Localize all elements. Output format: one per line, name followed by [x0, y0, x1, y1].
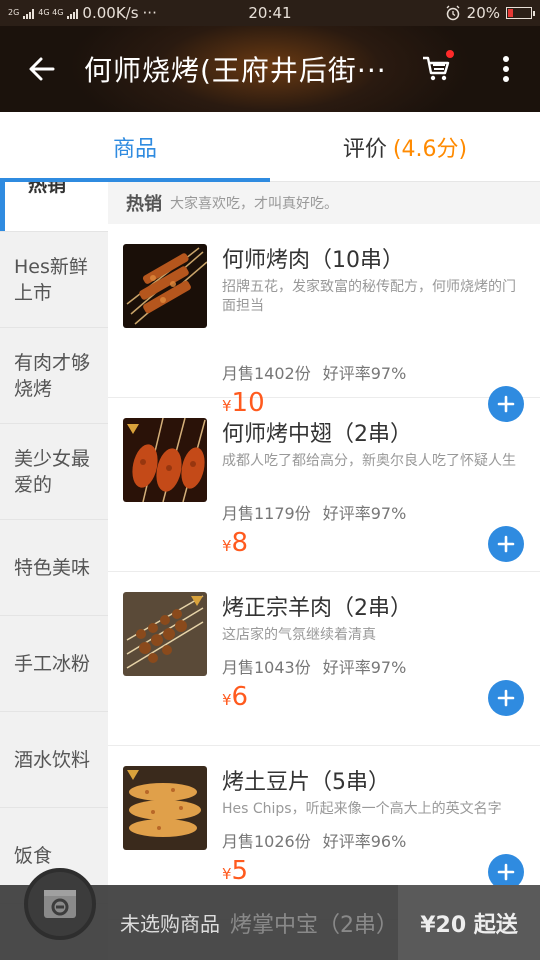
- network-speed: 0.00K/s: [82, 4, 139, 22]
- signal-icon-2: [67, 7, 79, 19]
- add-to-cart-button[interactable]: [488, 680, 524, 716]
- product-item[interactable]: 何师烤肉（10串） 招牌五花，发家致富的秘传配方，何师烧烤的门面担当 月售140…: [108, 224, 540, 422]
- sidebar-item-new[interactable]: Hes新鲜上市: [0, 232, 108, 328]
- signal-icon: [23, 7, 35, 19]
- page-title: 何师烧烤(王府井后街···: [84, 54, 387, 87]
- monthly-sales: 月售1402份: [222, 364, 311, 383]
- sidebar-item-label: 有肉才够烧烤: [14, 351, 91, 400]
- sidebar-item-label: 手工冰粉: [14, 652, 91, 675]
- product-list[interactable]: 热销 大家喜欢吃，才叫真好吃。 何师烤肉（10串） 招牌五花，发家致富的秘传配方…: [108, 182, 540, 960]
- sidebar-item-label: 饭食: [14, 844, 53, 867]
- product-name: 烤土豆片（5串）: [222, 770, 390, 795]
- monthly-sales: 月售1026份: [222, 832, 311, 851]
- shopping-bag-icon: [44, 890, 76, 918]
- product-stats: 月售1179份 好评率97%: [222, 500, 406, 524]
- product-price: ¥8: [222, 528, 248, 558]
- sidebar-item-drinks[interactable]: 酒水饮料: [0, 712, 108, 808]
- product-description: 成都人吃了都给高分，新奥尔良人吃了怀疑人生: [222, 453, 516, 469]
- cart-badge: [446, 50, 454, 58]
- product-item[interactable]: 何师烤中翅（2串） 成都人吃了都给高分，新奥尔良人吃了怀疑人生 月售1179份好…: [108, 398, 540, 572]
- section-description: 大家喜欢吃，才叫真好吃。: [170, 196, 338, 212]
- tab-products[interactable]: 商品: [0, 112, 270, 182]
- sidebar-item-label: 酒水饮料: [14, 748, 91, 771]
- product-stats: 月售1402份 好评率97%: [222, 360, 406, 384]
- positive-rate: 好评率97%: [322, 658, 407, 677]
- add-to-cart-button[interactable]: [488, 526, 524, 562]
- positive-rate: 好评率97%: [322, 504, 407, 523]
- cart-fab-button[interactable]: [24, 868, 96, 940]
- next-product-peek: 烤掌中宝（2串）: [230, 912, 398, 938]
- category-sidebar: 热销 Hes新鲜上市 有肉才够烧烤 美少女最爱的 特色美味 手工冰粉 酒水饮料 …: [0, 182, 108, 960]
- min-order-button[interactable]: ¥20 起送: [398, 885, 540, 960]
- back-button[interactable]: [0, 26, 84, 112]
- sidebar-item-meat[interactable]: 有肉才够烧烤: [0, 328, 108, 424]
- product-image[interactable]: [123, 592, 207, 676]
- currency-symbol: ¥: [222, 537, 232, 555]
- sidebar-item-girls-favorite[interactable]: 美少女最爱的: [0, 424, 108, 520]
- status-bar: 2G 4G 4G 0.00K/s ··· 20:41 20%: [0, 0, 540, 26]
- price-value: 6: [231, 682, 249, 712]
- plus-icon: [497, 863, 515, 881]
- battery-percent: 20%: [466, 4, 500, 22]
- cart-icon: [423, 56, 450, 81]
- section-header: 热销 大家喜欢吃，才叫真好吃。: [108, 182, 540, 224]
- sidebar-item-specialty[interactable]: 特色美味: [0, 520, 108, 616]
- monthly-sales: 月售1179份: [222, 504, 311, 523]
- back-arrow-icon: [29, 57, 55, 81]
- product-stats: 月售1026份 好评率96%: [222, 828, 406, 852]
- review-score: (4.6分): [392, 136, 468, 162]
- product-price: ¥6: [222, 682, 248, 712]
- network-type: 2G: [8, 8, 20, 17]
- more-menu-button[interactable]: [472, 26, 540, 112]
- monthly-sales: 月售1043份: [222, 658, 311, 677]
- section-title: 热销: [126, 194, 162, 215]
- tab-reviews-label: 评价: [342, 136, 387, 162]
- plus-icon: [497, 535, 515, 553]
- clock: 20:41: [248, 4, 292, 22]
- app-header: 何师烧烤(王府井后街···: [0, 26, 540, 112]
- battery-level: [508, 9, 513, 17]
- price-value: 8: [231, 528, 249, 558]
- more-vertical-icon: [503, 56, 509, 82]
- sidebar-item-label: 特色美味: [14, 556, 91, 579]
- more-notifications: ···: [142, 4, 157, 22]
- product-image[interactable]: [123, 418, 207, 502]
- sidebar-item-label: 热销: [28, 182, 67, 196]
- network-type-2: 4G 4G: [38, 8, 64, 17]
- positive-rate: 好评率97%: [322, 364, 407, 383]
- sidebar-item-label: 美少女最爱的: [14, 447, 91, 496]
- sidebar-item-label: Hes新鲜上市: [14, 255, 88, 304]
- product-stats: 月售1043份 好评率97%: [222, 654, 406, 678]
- battery-icon: [506, 7, 535, 19]
- product-name: 何师烤肉（10串）: [222, 248, 404, 273]
- positive-rate: 好评率96%: [322, 832, 407, 851]
- product-image[interactable]: [123, 244, 207, 328]
- alarm-icon: [446, 5, 460, 21]
- product-image[interactable]: [123, 766, 207, 850]
- cart-button[interactable]: [400, 26, 472, 112]
- product-description: 这店家的气氛继续着清真: [222, 627, 376, 643]
- sidebar-item-ice-jelly[interactable]: 手工冰粉: [0, 616, 108, 712]
- currency-symbol: ¥: [222, 865, 232, 883]
- tab-reviews[interactable]: 评价 (4.6分): [270, 112, 540, 181]
- tab-bar: 商品 评价 (4.6分): [0, 112, 540, 182]
- product-name: 烤正宗羊肉（2串）: [222, 596, 412, 621]
- sidebar-item-hot[interactable]: 热销: [0, 182, 108, 232]
- price-value: 5: [231, 856, 249, 886]
- product-description: Hes Chips，听起来像一个高大上的英文名字: [222, 801, 502, 817]
- plus-icon: [497, 689, 515, 707]
- product-name: 何师烤中翅（2串）: [222, 422, 412, 447]
- tab-products-label: 商品: [112, 136, 157, 162]
- product-description: 招牌五花，发家致富的秘传配方，何师烧烤的门面担当: [222, 279, 516, 314]
- cart-empty-text: 未选购商品: [120, 912, 220, 936]
- product-price: ¥5: [222, 856, 248, 886]
- product-item[interactable]: 烤正宗羊肉（2串） 这店家的气氛继续着清真 月售1043份 好评率97% ¥6: [108, 572, 540, 746]
- currency-symbol: ¥: [222, 691, 232, 709]
